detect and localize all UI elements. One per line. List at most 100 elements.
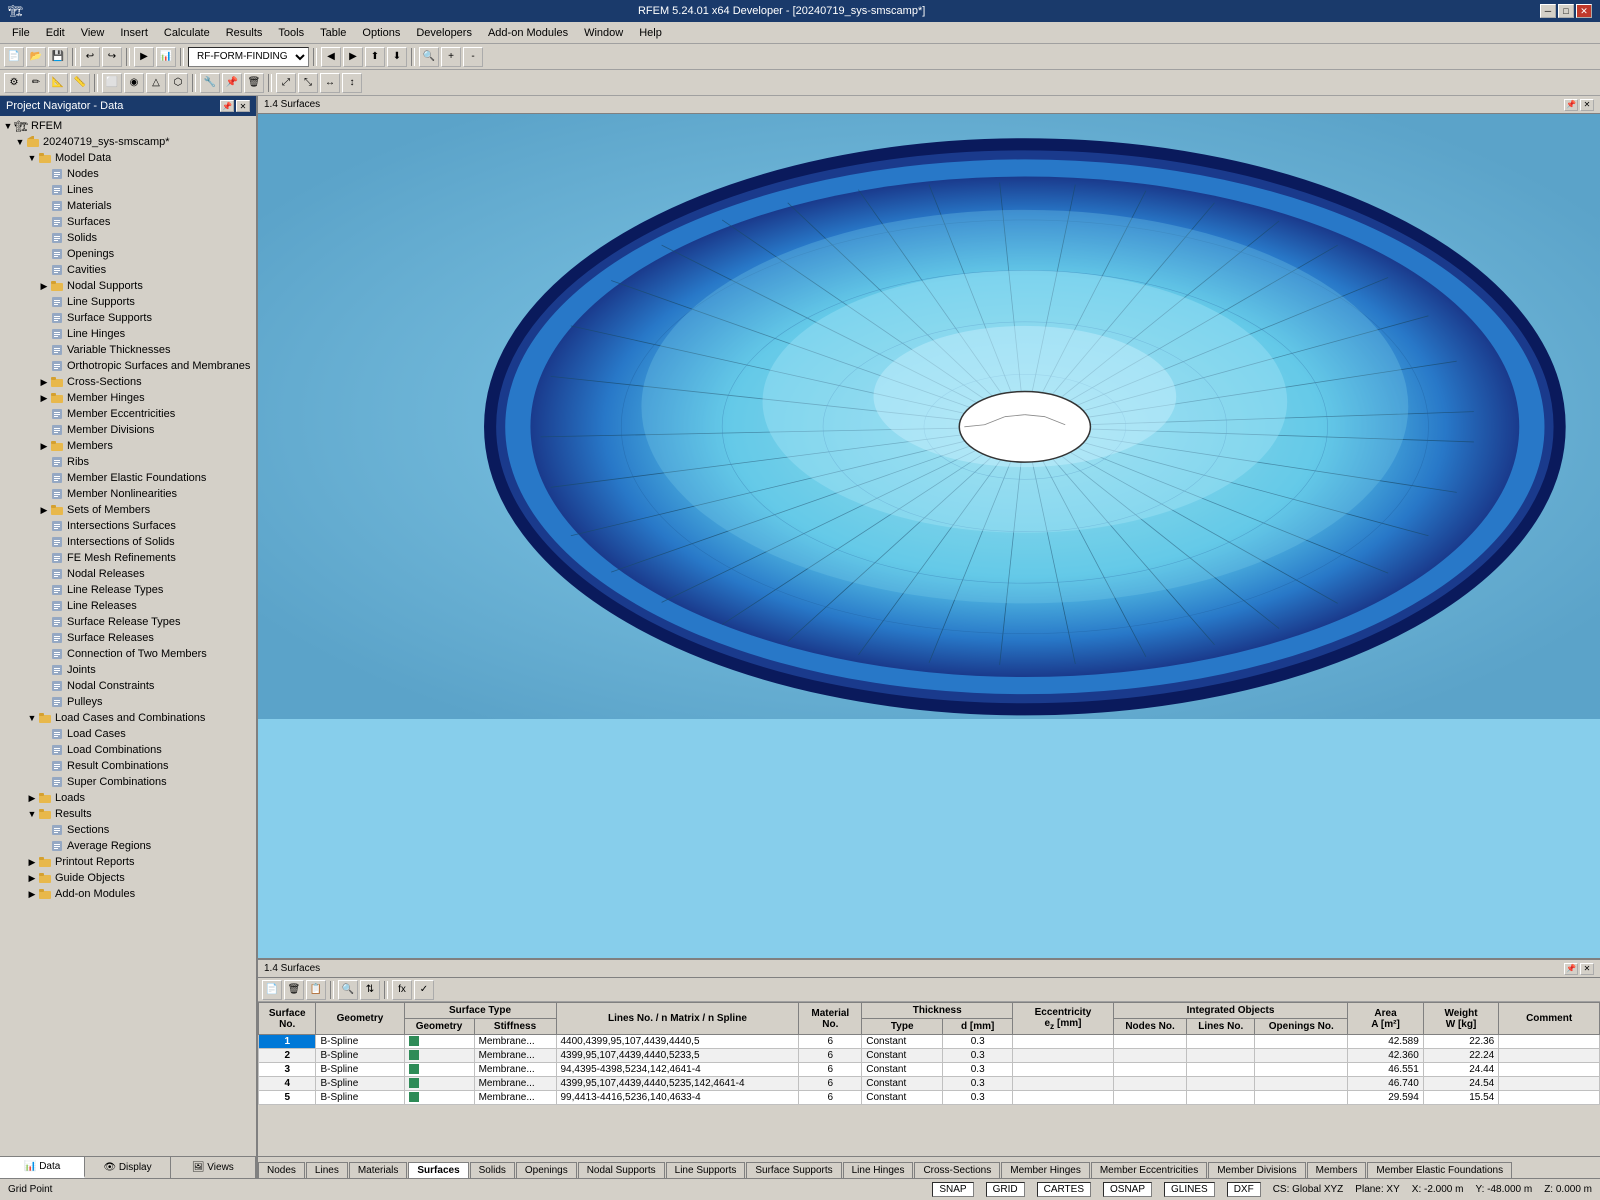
bottom-tab-nodal-supports[interactable]: Nodal Supports (578, 1162, 665, 1178)
menu-item-help[interactable]: Help (631, 25, 670, 41)
menu-item-results[interactable]: Results (218, 25, 271, 41)
tree-item-orthotropic[interactable]: Orthotropic Surfaces and Membranes (2, 358, 254, 374)
table-copy-btn[interactable]: 📋 (306, 980, 326, 1000)
tree-item-surfaces[interactable]: Surfaces (2, 214, 254, 230)
table-row[interactable]: 4B-SplineMembrane...4399,95,107,4439,444… (259, 1077, 1600, 1091)
bottom-tab-member-divisions[interactable]: Member Divisions (1208, 1162, 1305, 1178)
menu-item-insert[interactable]: Insert (112, 25, 156, 41)
bottom-tab-solids[interactable]: Solids (470, 1162, 515, 1178)
bottom-tab-members[interactable]: Members (1307, 1162, 1367, 1178)
tree-item-connection-two-members[interactable]: Connection of Two Members (2, 646, 254, 662)
open-btn[interactable]: 📂 (26, 47, 46, 67)
data-table-wrap[interactable]: SurfaceNo. Geometry Surface Type Lines N… (258, 1002, 1600, 1156)
bottom-tab-cross-sections[interactable]: Cross-Sections (914, 1162, 1000, 1178)
tb-btn-5[interactable]: ◀ (321, 47, 341, 67)
tb2-btn-11[interactable]: 🗑 (244, 73, 264, 93)
menu-item-edit[interactable]: Edit (38, 25, 73, 41)
tree-item-member-divisions[interactable]: Member Divisions (2, 422, 254, 438)
menu-item-view[interactable]: View (73, 25, 113, 41)
status-cartes[interactable]: CARTES (1037, 1182, 1091, 1197)
nav-close-btn[interactable]: ✕ (236, 100, 250, 112)
menu-item-options[interactable]: Options (354, 25, 408, 41)
tree-item-line-release-types[interactable]: Line Release Types (2, 582, 254, 598)
tree-item-intersections-surfaces[interactable]: Intersections Surfaces (2, 518, 254, 534)
tree-item-cavities[interactable]: Cavities (2, 262, 254, 278)
tree-item-result-combinations[interactable]: Result Combinations (2, 758, 254, 774)
tree-item-results[interactable]: ▼Results (2, 806, 254, 822)
tb2-btn-8[interactable]: ⬡ (168, 73, 188, 93)
tree-item-surface-releases[interactable]: Surface Releases (2, 630, 254, 646)
bottom-tab-lines[interactable]: Lines (306, 1162, 348, 1178)
bottom-panel-close[interactable]: ✕ (1580, 963, 1594, 975)
tree-item-pulleys[interactable]: Pulleys (2, 694, 254, 710)
status-osnap[interactable]: OSNAP (1103, 1182, 1152, 1197)
canvas-container[interactable] (258, 114, 1600, 722)
redo-btn[interactable]: ↪ (102, 47, 122, 67)
tb2-btn-4[interactable]: 📏 (70, 73, 90, 93)
menu-item-file[interactable]: File (4, 25, 38, 41)
tree-item-intersections-solids[interactable]: Intersections of Solids (2, 534, 254, 550)
tree-item-lines[interactable]: Lines (2, 182, 254, 198)
tb2-btn-1[interactable]: ⚙ (4, 73, 24, 93)
tree-item-rfem[interactable]: ▼🏗RFEM (2, 118, 254, 134)
bottom-tab-member-hinges[interactable]: Member Hinges (1001, 1162, 1090, 1178)
status-snap[interactable]: SNAP (932, 1182, 973, 1197)
table-row[interactable]: 1B-SplineMembrane...4400,4399,95,107,443… (259, 1035, 1600, 1049)
table-del-btn[interactable]: 🗑 (284, 980, 304, 1000)
tree-item-member-nonlinearities[interactable]: Member Nonlinearities (2, 486, 254, 502)
menu-item-tools[interactable]: Tools (270, 25, 312, 41)
tree-item-joints[interactable]: Joints (2, 662, 254, 678)
tb-btn-7[interactable]: ⬆ (365, 47, 385, 67)
tb2-btn-5[interactable]: ⬜ (102, 73, 122, 93)
tree-item-members[interactable]: ▶Members (2, 438, 254, 454)
tree-item-solids[interactable]: Solids (2, 230, 254, 246)
nav-tab-display[interactable]: 👁 Display (85, 1157, 170, 1178)
tb-btn-6[interactable]: ▶ (343, 47, 363, 67)
tree-item-average-regions[interactable]: Average Regions (2, 838, 254, 854)
close-button[interactable]: ✕ (1576, 4, 1592, 18)
tree-item-member-hinges[interactable]: ▶Member Hinges (2, 390, 254, 406)
tree-item-loads[interactable]: ▶Loads (2, 790, 254, 806)
tree-item-cross-sections[interactable]: ▶Cross-Sections (2, 374, 254, 390)
calc-btn[interactable]: ▶ (134, 47, 154, 67)
tb2-btn-9[interactable]: 🔧 (200, 73, 220, 93)
bottom-tab-member-elastic-foundations[interactable]: Member Elastic Foundations (1367, 1162, 1512, 1178)
table-new-btn[interactable]: 📄 (262, 980, 282, 1000)
bottom-tab-nodes[interactable]: Nodes (258, 1162, 305, 1178)
bottom-tab-surfaces[interactable]: Surfaces (408, 1162, 468, 1178)
status-grid[interactable]: GRID (986, 1182, 1025, 1197)
new-btn[interactable]: 📄 (4, 47, 24, 67)
bottom-tab-materials[interactable]: Materials (349, 1162, 408, 1178)
bottom-panel-pin[interactable]: 📌 (1564, 963, 1578, 975)
tb-btn-8[interactable]: ⬇ (387, 47, 407, 67)
view-pin-btn[interactable]: 📌 (1564, 99, 1578, 111)
maximize-button[interactable]: □ (1558, 4, 1574, 18)
tree-item-load-cases[interactable]: ▼Load Cases and Combinations (2, 710, 254, 726)
tree-item-surface-supports[interactable]: Surface Supports (2, 310, 254, 326)
tree-item-ribs[interactable]: Ribs (2, 454, 254, 470)
menu-item-window[interactable]: Window (576, 25, 631, 41)
tb2-btn-7[interactable]: △ (146, 73, 166, 93)
tree-item-nodal-constraints[interactable]: Nodal Constraints (2, 678, 254, 694)
module-dropdown[interactable]: RF-FORM-FINDING (188, 47, 309, 67)
nav-tab-data[interactable]: 📊 Data (0, 1157, 85, 1178)
tree-item-add-on-modules[interactable]: ▶Add-on Modules (2, 886, 254, 902)
tb-btn-10[interactable]: + (441, 47, 461, 67)
tb2-btn-12[interactable]: ⤢ (276, 73, 296, 93)
tb2-btn-3[interactable]: 📐 (48, 73, 68, 93)
tree-item-surface-release-types[interactable]: Surface Release Types (2, 614, 254, 630)
tree-item-load-combinations[interactable]: Load Combinations (2, 742, 254, 758)
bottom-tab-openings[interactable]: Openings (516, 1162, 577, 1178)
tree-item-member-eccentricities[interactable]: Member Eccentricities (2, 406, 254, 422)
tree-item-nodal-releases[interactable]: Nodal Releases (2, 566, 254, 582)
tree-item-guide-objects[interactable]: ▶Guide Objects (2, 870, 254, 886)
table-check-btn[interactable]: ✓ (414, 980, 434, 1000)
tb2-btn-15[interactable]: ↕ (342, 73, 362, 93)
tree-item-materials[interactable]: Materials (2, 198, 254, 214)
save-btn[interactable]: 💾 (48, 47, 68, 67)
tree-item-member-elastic[interactable]: Member Elastic Foundations (2, 470, 254, 486)
tb-btn-11[interactable]: - (463, 47, 483, 67)
tree-item-openings[interactable]: Openings (2, 246, 254, 262)
nav-pin-btn[interactable]: 📌 (220, 100, 234, 112)
tree-item-nodal-supports[interactable]: ▶Nodal Supports (2, 278, 254, 294)
